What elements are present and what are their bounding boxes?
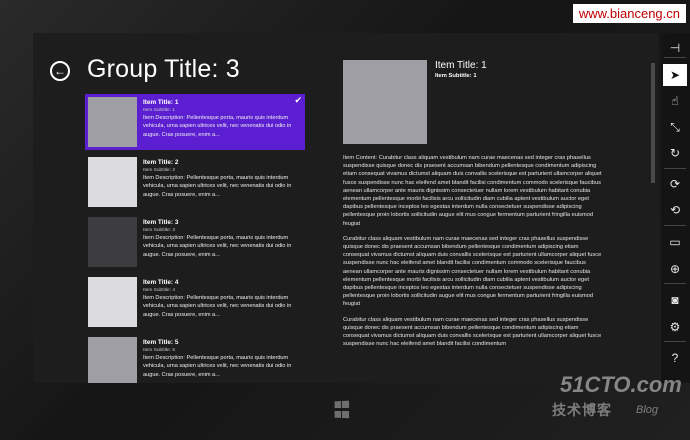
back-arrow-icon[interactable]: ← [50,61,70,81]
screenshot-camera-icon[interactable]: ◙ [663,289,687,311]
app-screen: ← Group Title: 3 Item Title: 1 Item Subti… [33,33,658,383]
settings-gear-icon[interactable]: ⚙ [663,316,687,338]
toolbar-divider [664,225,686,226]
list-item[interactable]: Item Title: 3 Item Subtitle: 3 Item Descri… [85,214,305,270]
vertical-scrollbar[interactable] [651,63,655,183]
item-description: Item Description: Pellentesque porta, ma… [143,175,292,198]
item-text: Item Title: 1 Item Subtitle: 1 Item Descri… [143,97,298,147]
toolbar-divider [664,283,686,284]
item-description: Item Description: Pellentesque porta, ma… [143,235,292,258]
item-title: Item Title: 5 [143,339,179,346]
item-thumbnail [88,97,137,147]
site-watermark: www.bianceng.cn [572,4,686,23]
item-description: Item Description: Pellentesque porta, ma… [143,115,292,138]
item-thumbnail [88,217,137,267]
list-item[interactable]: Item Title: 2 Item Subtitle: 2 Item Descri… [85,154,305,210]
item-title: Item Title: 2 [143,159,179,166]
item-text: Item Title: 2 Item Subtitle: 2 Item Descri… [143,157,298,207]
toolbar-divider [664,57,686,58]
checkmark-icon: ✔ [294,95,302,105]
mouse-pointer-icon[interactable]: ➤ [663,64,687,86]
item-description: Item Description: Pellentesque porta, ma… [143,295,292,318]
item-title: Item Title: 1 [143,99,179,106]
touch-hand-icon[interactable]: ☝ [663,90,687,112]
item-text: Item Title: 4 Item Subtitle: 4 Item Descri… [143,277,298,327]
rotate-clockwise-icon[interactable]: ⟳ [663,173,687,195]
item-description: Item Description: Pellentesque porta, ma… [143,355,292,378]
item-subtitle: Item Subtitle: 2 [143,168,175,173]
item-list: Item Title: 1 Item Subtitle: 1 Item Descri… [85,94,305,383]
watermark-site: 51CTO.com [560,372,682,397]
toolbar-divider [664,168,686,169]
watermark-tagline: 技术博客 [552,402,612,418]
rotate-counterclockwise-icon[interactable]: ⟲ [663,199,687,221]
item-title: Item Title: 3 [143,219,179,226]
pinch-zoom-icon[interactable]: ⤡ [663,116,687,138]
list-item[interactable]: Item Title: 5 Item Subtitle: 5 Item Descri… [85,334,305,383]
change-resolution-icon[interactable]: ▭ [663,231,687,253]
detail-paragraph: Curabitur class aliquam vestibulum nam c… [343,316,602,348]
item-thumbnail [88,157,137,207]
item-subtitle: Item Subtitle: 1 [143,108,175,113]
blog-watermark: 51CTO.com 技术博客 Blog [540,368,690,428]
item-subtitle: Item Subtitle: 3 [143,228,175,233]
list-item[interactable]: Item Title: 1 Item Subtitle: 1 Item Descri… [85,94,305,150]
watermark-blog: Blog [636,404,659,416]
item-subtitle: Item Subtitle: 4 [143,288,175,293]
item-text: Item Title: 5 Item Subtitle: 5 Item Descri… [143,337,298,383]
item-subtitle: Item Subtitle: 5 [143,348,175,353]
detail-title: Item Title: 1 [435,60,487,71]
item-thumbnail [88,337,137,383]
toolbar-divider [664,341,686,342]
detail-paragraph: Curabitur class aliquam vestibulum nam c… [343,235,602,308]
item-title: Item Title: 4 [143,279,179,286]
detail-image [343,60,427,144]
simulator-toolbar: ⊣ ➤ ☝ ⤡ ↻ ⟳ ⟲ ▭ ⊕ ◙ ⚙? [661,33,690,383]
page-title: Group Title: 3 [87,55,240,83]
pin-icon[interactable]: ⊣ [663,37,687,59]
set-location-icon[interactable]: ⊕ [663,258,687,280]
windows-start-icon[interactable] [334,400,353,420]
rotate-touch-icon[interactable]: ↻ [663,142,687,164]
item-thumbnail [88,277,137,327]
help-icon[interactable]: ? [663,347,687,369]
detail-subtitle: Item Subtitle: 1 [435,73,477,79]
detail-content: Item Content: Curabitur class aliquam ve… [343,154,605,355]
detail-paragraph: Item Content: Curabitur class aliquam ve… [343,155,602,227]
item-text: Item Title: 3 Item Subtitle: 3 Item Descri… [143,217,298,267]
list-item[interactable]: Item Title: 4 Item Subtitle: 4 Item Descri… [85,274,305,330]
